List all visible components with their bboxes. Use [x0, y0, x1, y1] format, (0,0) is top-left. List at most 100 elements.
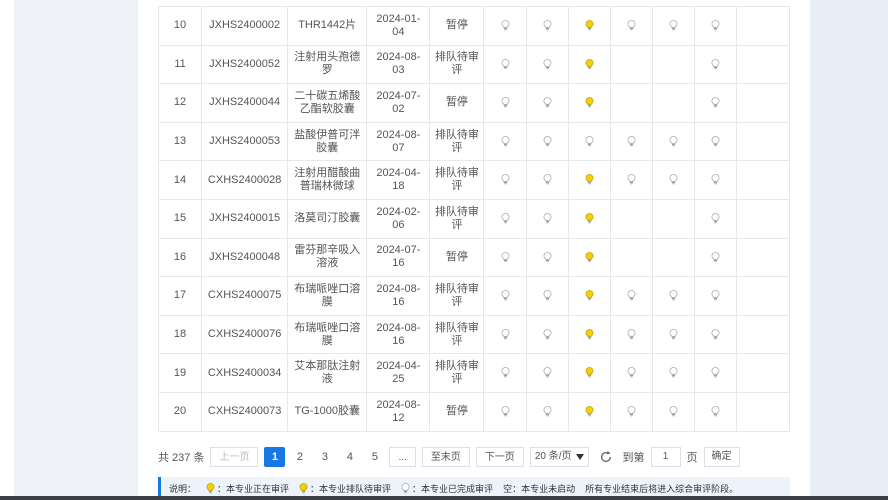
specialty-status-cell: [567, 121, 611, 162]
lightbulb-off-icon: [543, 251, 552, 263]
undertake-date: 2024-04-25: [366, 353, 431, 393]
row-number: 15: [157, 198, 203, 239]
chevron-down-icon: [575, 454, 584, 460]
lightbulb-off-icon: [711, 251, 720, 263]
lightbulb-off-icon: [669, 289, 678, 301]
row-number: 17: [157, 276, 203, 316]
specialty-status-cell: [651, 83, 695, 123]
specialty-status-cell: [567, 391, 611, 432]
lightbulb-off-icon: [501, 367, 510, 379]
specialty-status-cell: [525, 6, 569, 46]
specialty-status-cell: [483, 391, 527, 432]
table-row: 13 JXHS2400053 盐酸伊普可泮胶囊 2024-08-07 排队待审评: [157, 121, 791, 162]
goto-label: 到第: [622, 452, 645, 464]
lightbulb-off-icon: [543, 58, 552, 70]
specialty-status-cell: [693, 121, 737, 162]
lightbulb-off-icon: [669, 135, 678, 147]
specialty-status-cell: [693, 198, 737, 239]
drug-name: TG-1000胶囊: [287, 391, 368, 432]
table-row: 18 CXHS2400076 布瑞哌唑口溶膜 2024-08-16 排队待审评: [157, 314, 791, 355]
lightbulb-off-icon: [627, 174, 636, 186]
acceptance-code: CXHS2400076: [201, 314, 289, 355]
specialty-status-cell: [483, 121, 527, 162]
acceptance-code: CXHS2400075: [201, 276, 289, 316]
lightbulb-off-icon: [711, 135, 720, 147]
specialty-status-cell: [609, 160, 653, 200]
drug-name: 盐酸伊普可泮胶囊: [287, 121, 368, 162]
specialty-status-cell: [651, 160, 695, 200]
specialty-status-cell: [525, 83, 569, 123]
lightbulb-off-icon: [543, 135, 552, 147]
review-status: 排队待审评: [429, 198, 485, 239]
drug-name: 布瑞哌唑口溶膜: [287, 314, 368, 355]
empty-cell: [735, 353, 791, 393]
specialty-status-cell: [651, 276, 695, 316]
review-status: 暂停: [429, 391, 485, 432]
page-5-button[interactable]: 5: [364, 447, 385, 467]
row-number: 12: [157, 83, 203, 123]
drug-name: 艾本那肽注射液: [287, 353, 368, 393]
ellipsis-button[interactable]: ...: [389, 447, 416, 467]
specialty-status-cell: [483, 83, 527, 123]
page-2-button[interactable]: 2: [289, 447, 310, 467]
specialty-status-cell: [525, 314, 569, 355]
review-status: 排队待审评: [429, 353, 485, 393]
specialty-status-cell: [483, 160, 527, 200]
confirm-button[interactable]: 确定: [703, 447, 740, 467]
row-number: 10: [157, 6, 203, 46]
specialty-status-cell: [693, 83, 737, 123]
acceptance-code: JXHS2400053: [201, 121, 289, 162]
row-number: 18: [157, 314, 203, 355]
specialty-status-cell: [567, 314, 611, 355]
specialty-status-cell: [693, 391, 737, 432]
legend-item: ：本专业排队待审评: [299, 482, 391, 495]
review-status: 排队待审评: [429, 160, 485, 200]
page-4-button[interactable]: 4: [339, 447, 360, 467]
lightbulb-on-icon: [585, 289, 594, 301]
lightbulb-off-icon: [627, 405, 636, 417]
acceptance-code: JXHS2400044: [201, 83, 289, 123]
lightbulb-on-icon: [585, 19, 594, 31]
lightbulb-off-icon: [501, 174, 510, 186]
left-margin: [0, 0, 14, 500]
refresh-icon[interactable]: [599, 450, 613, 464]
review-status: 暂停: [429, 237, 485, 278]
acceptance-code: CXHS2400034: [201, 353, 289, 393]
page-1-button[interactable]: 1: [264, 447, 286, 467]
page-size-select[interactable]: 20 条/页: [529, 447, 589, 467]
table-row: 14 CXHS2400028 注射用醋酸曲普瑞林微球 2024-04-18 排队待审评: [157, 160, 791, 200]
undertake-date: 2024-08-16: [366, 276, 431, 316]
lightbulb-off-icon: [669, 328, 678, 340]
lightbulb-off-icon: [543, 174, 552, 186]
specialty-status-cell: [693, 6, 737, 46]
empty-cell: [735, 44, 791, 85]
acceptance-code: JXHS2400002: [201, 6, 289, 46]
lightbulb-off-icon: [501, 251, 510, 263]
next-page-button[interactable]: 下一页: [475, 447, 524, 467]
lightbulb-off-icon: [543, 289, 552, 301]
table-row: 10 JXHS2400002 THR1442片 2024-01-04 暂停: [157, 6, 791, 46]
specialty-status-cell: [525, 391, 569, 432]
page-number-input[interactable]: 1: [650, 447, 681, 467]
lightbulb-off-icon: [543, 212, 552, 224]
prev-page-button[interactable]: 上一页: [210, 447, 259, 467]
lightbulb-off-icon: [501, 135, 510, 147]
specialty-status-cell: [483, 198, 527, 239]
specialty-status-cell: [567, 6, 611, 46]
specialty-status-cell: [651, 353, 695, 393]
specialty-status-cell: [567, 198, 611, 239]
specialty-status-cell: [567, 353, 611, 393]
lightbulb-off-icon: [501, 405, 510, 417]
row-number: 11: [157, 44, 203, 85]
specialty-status-cell: [483, 314, 527, 355]
specialty-status-cell: [651, 121, 695, 162]
specialty-status-cell: [567, 83, 611, 123]
empty-cell: [735, 83, 791, 123]
lightbulb-on-icon: [585, 212, 594, 224]
drug-name: THR1442片: [287, 6, 368, 46]
undertake-date: 2024-04-18: [366, 160, 431, 200]
lightbulb-on-icon: [585, 405, 594, 417]
last-page-button[interactable]: 至末页: [421, 447, 470, 467]
lightbulb-off-icon: [669, 19, 678, 31]
page-3-button[interactable]: 3: [314, 447, 335, 467]
